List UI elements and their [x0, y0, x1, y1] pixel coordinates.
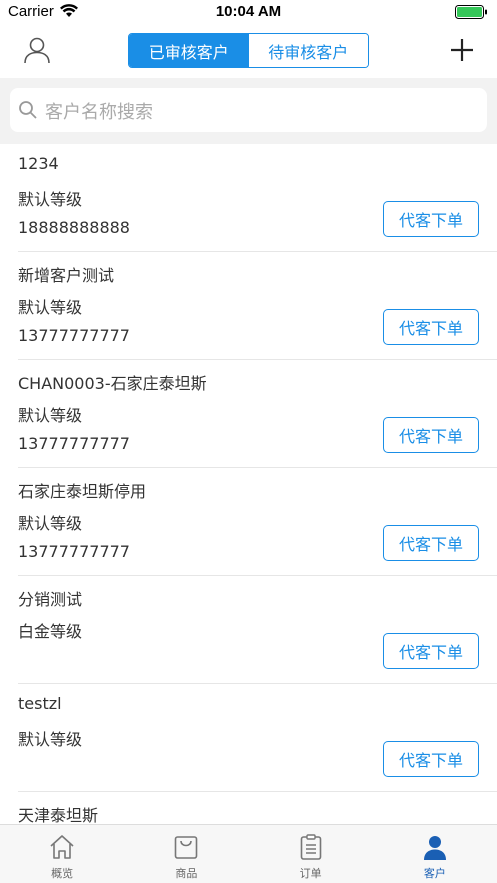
customer-name: CHAN0003-石家庄泰坦斯	[18, 374, 207, 393]
customer-name: 天津泰坦斯	[18, 806, 99, 824]
customer-name: 1234	[18, 154, 59, 173]
clipboard-icon	[300, 834, 321, 860]
search-placeholder: 客户名称搜索	[45, 102, 153, 123]
app-header: 已审核客户 待审核客户	[0, 26, 497, 78]
customer-level: 默认等级	[18, 730, 83, 749]
tab-approved-customers[interactable]: 已审核客户	[129, 34, 249, 67]
place-order-button[interactable]: 代客下单	[383, 741, 479, 777]
customer-level: 默认等级	[18, 298, 83, 317]
customer-name: 石家庄泰坦斯停用	[18, 482, 147, 501]
customer-phone: 18888888888	[18, 218, 130, 237]
tab-label: 商品	[175, 867, 198, 880]
list-item[interactable]: 新增客户测试 默认等级 13777777777 代客下单	[18, 252, 497, 360]
list-item[interactable]: 1234 默认等级 18888888888 代客下单	[18, 144, 497, 252]
add-customer-icon[interactable]	[448, 36, 476, 64]
person-icon	[423, 836, 446, 860]
customer-level: 默认等级	[18, 190, 83, 209]
tab-overview[interactable]: 概览	[0, 825, 124, 883]
customer-name: testzl	[18, 694, 62, 713]
customer-phone: 13777777777	[18, 542, 130, 561]
search-area: 客户名称搜索	[0, 78, 497, 144]
place-order-button[interactable]: 代客下单	[383, 201, 479, 237]
customer-level: 默认等级	[18, 514, 83, 533]
place-order-button[interactable]: 代客下单	[383, 525, 479, 561]
list-item[interactable]: testzl 默认等级 代客下单	[18, 684, 497, 792]
tab-label: 订单	[299, 867, 322, 880]
customer-phone: 13777777777	[18, 434, 130, 453]
tab-customers[interactable]: 客户	[373, 825, 497, 883]
user-profile-icon[interactable]	[22, 35, 52, 65]
tab-label: 概览	[51, 867, 74, 880]
home-icon	[50, 835, 74, 859]
status-bar: Carrier 10:04 AM	[0, 0, 497, 26]
tab-products[interactable]: 商品	[124, 825, 248, 883]
list-item[interactable]: 石家庄泰坦斯停用 默认等级 13777777777 代客下单	[18, 468, 497, 576]
list-item[interactable]: 分销测试 白金等级 代客下单	[18, 576, 497, 684]
list-item[interactable]: CHAN0003-石家庄泰坦斯 默认等级 13777777777 代客下单	[18, 360, 497, 468]
customer-level: 白金等级	[18, 622, 83, 641]
customer-name: 新增客户测试	[18, 266, 115, 285]
place-order-button[interactable]: 代客下单	[383, 417, 479, 453]
customer-name: 分销测试	[18, 590, 83, 609]
tab-pending-customers[interactable]: 待审核客户	[248, 34, 368, 67]
audit-status-tabs: 已审核客户 待审核客户	[128, 33, 369, 68]
battery-icon	[455, 5, 487, 19]
customer-list: 1234 默认等级 18888888888 代客下单 新增客户测试 默认等级 1…	[0, 144, 497, 824]
tab-label: 客户	[423, 867, 446, 880]
bag-icon	[175, 836, 198, 859]
customer-phone: 13777777777	[18, 326, 130, 345]
search-input[interactable]: 客户名称搜索	[10, 88, 487, 132]
place-order-button[interactable]: 代客下单	[383, 309, 479, 345]
status-time: 10:04 AM	[215, 3, 282, 20]
search-icon	[19, 101, 37, 119]
customer-level: 默认等级	[18, 406, 83, 425]
bottom-tab-bar: 概览 商品 订单 客户	[0, 824, 497, 883]
place-order-button[interactable]: 代客下单	[383, 633, 479, 669]
tab-orders[interactable]: 订单	[249, 825, 373, 883]
list-item[interactable]: 天津泰坦斯	[18, 792, 497, 824]
